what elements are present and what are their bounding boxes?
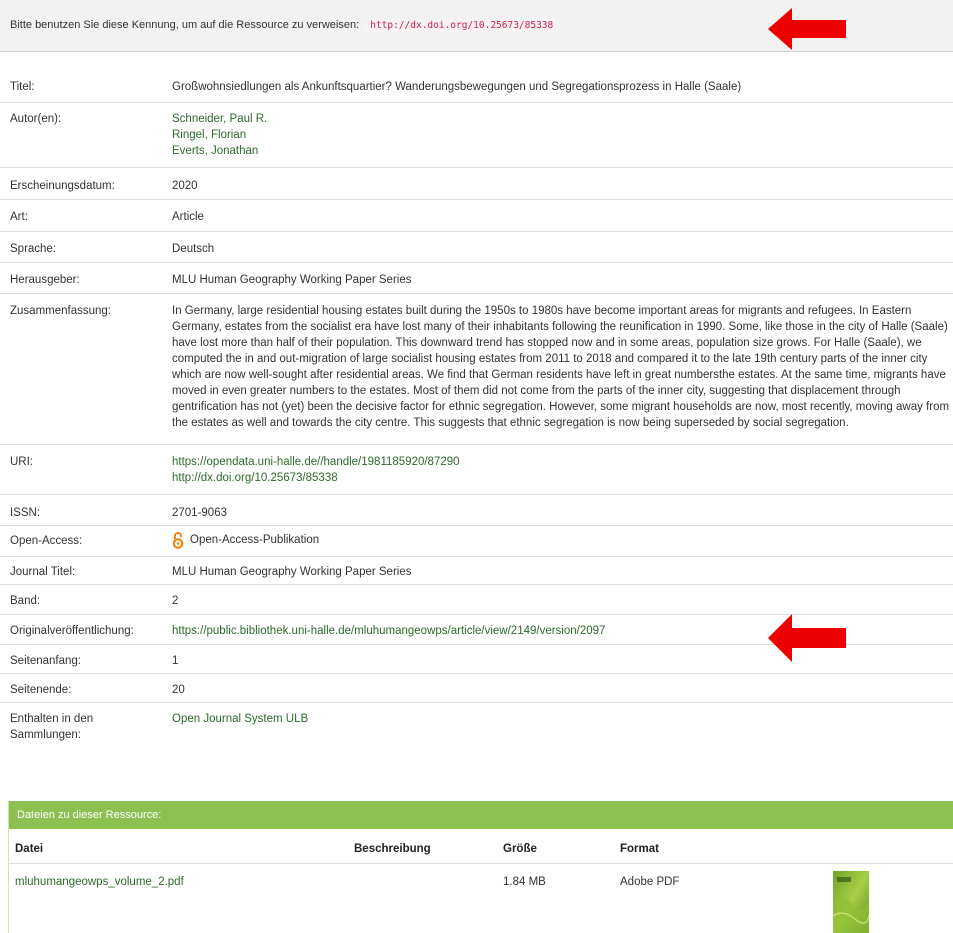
banner-text: Bitte benutzen Sie diese Kennung, um auf… <box>10 19 360 31</box>
abstract-line: gentrification has not (yet) been the de… <box>172 400 950 413</box>
file-size: 1.84 MB <box>503 876 546 888</box>
abstract-line: computed the in and out-migration of lar… <box>172 352 928 365</box>
original-link[interactable]: https://public.bibliothek.uni-halle.de/m… <box>172 625 605 637</box>
author-link[interactable]: Everts, Jonathan <box>172 145 258 157</box>
value-band: 2 <box>172 583 953 614</box>
collection-link[interactable]: Open Journal System ULB <box>172 713 308 725</box>
file-format: Adobe PDF <box>620 876 680 888</box>
abstract-line: the estates as well and towards the city… <box>172 416 849 429</box>
label-titel: Titel: <box>10 81 35 93</box>
label-art: Art: <box>0 198 172 231</box>
value-journal: MLU Human Geography Working Paper Series <box>172 555 953 584</box>
label-autoren: Autor(en): <box>0 101 172 167</box>
label-band: Band: <box>0 583 172 614</box>
label-sprache: Sprache: <box>0 230 172 262</box>
value-sprache: Deutsch <box>172 230 953 262</box>
value-open-access: Open-Access-Publikation <box>190 533 320 546</box>
author-link[interactable]: Schneider, Paul R. <box>172 113 267 125</box>
abstract-line: Germany, estates from the socialist era … <box>172 320 948 333</box>
label-open-access: Open-Access: <box>0 524 172 556</box>
pdf-thumbnail-icon[interactable] <box>833 871 869 933</box>
col-header-beschreibung: Beschreibung <box>354 843 431 855</box>
label-seitenende: Seitenende: <box>0 672 172 702</box>
label-datum: Erscheinungsdatum: <box>0 166 172 199</box>
abstract-line: have lost more than half of their popula… <box>172 336 922 349</box>
banner-text-line: Bitte benutzen Sie diese Kennung, um auf… <box>10 19 558 32</box>
value-art: Article <box>172 198 953 231</box>
value-titel: Großwohnsiedlungen als Ankunftsquartier?… <box>172 81 742 93</box>
label-herausgeber: Herausgeber: <box>0 261 172 293</box>
author-link[interactable]: Ringel, Florian <box>172 129 246 141</box>
label-zusammenfassung: Zusammenfassung: <box>0 292 172 444</box>
col-header-groesse: Größe <box>503 843 537 855</box>
abstract-line: moved in even greater numbers to the est… <box>172 384 901 397</box>
value-herausgeber: MLU Human Geography Working Paper Series <box>172 261 953 293</box>
abstract-line: which are now well-sought after resident… <box>172 368 946 381</box>
red-arrow-icon <box>768 614 846 662</box>
value-datum: 2020 <box>172 166 953 199</box>
files-panel: Dateien zu dieser Ressource: Datei Besch… <box>8 801 953 933</box>
value-issn: 2701-9063 <box>172 493 953 525</box>
label-original: Originalveröffentlichung: <box>0 613 172 644</box>
label-seitenanfang: Seitenanfang: <box>0 643 172 673</box>
label-journal: Journal Titel: <box>0 555 172 584</box>
label-sammlungen-line2: Sammlungen: <box>10 728 81 741</box>
label-sammlungen: Enthalten in den Sammlungen: <box>0 701 172 748</box>
files-divider <box>9 863 953 864</box>
red-arrow-icon <box>768 8 846 50</box>
uri-link[interactable]: http://dx.doi.org/10.25673/85338 <box>172 472 338 484</box>
label-uri: URI: <box>0 443 172 494</box>
file-name-link[interactable]: mluhumangeowps_volume_2.pdf <box>15 876 184 888</box>
open-access-icon <box>172 531 184 549</box>
col-header-format: Format <box>620 843 659 855</box>
value-seitenende: 20 <box>172 672 953 702</box>
abstract-line: In Germany, large residential housing es… <box>172 304 912 317</box>
files-heading: Dateien zu dieser Ressource: <box>17 809 162 821</box>
label-sammlungen-line1: Enthalten in den <box>10 712 94 725</box>
files-panel-header: Dateien zu dieser Ressource: <box>9 801 953 829</box>
label-issn: ISSN: <box>0 493 172 525</box>
value-zusammenfassung: In Germany, large residential housing es… <box>172 303 953 431</box>
col-header-datei: Datei <box>15 843 44 855</box>
banner-identifier[interactable]: http://dx.doi.org/10.25673/85338 <box>366 19 558 32</box>
uri-link[interactable]: https://opendata.uni-halle.de//handle/19… <box>172 456 460 468</box>
